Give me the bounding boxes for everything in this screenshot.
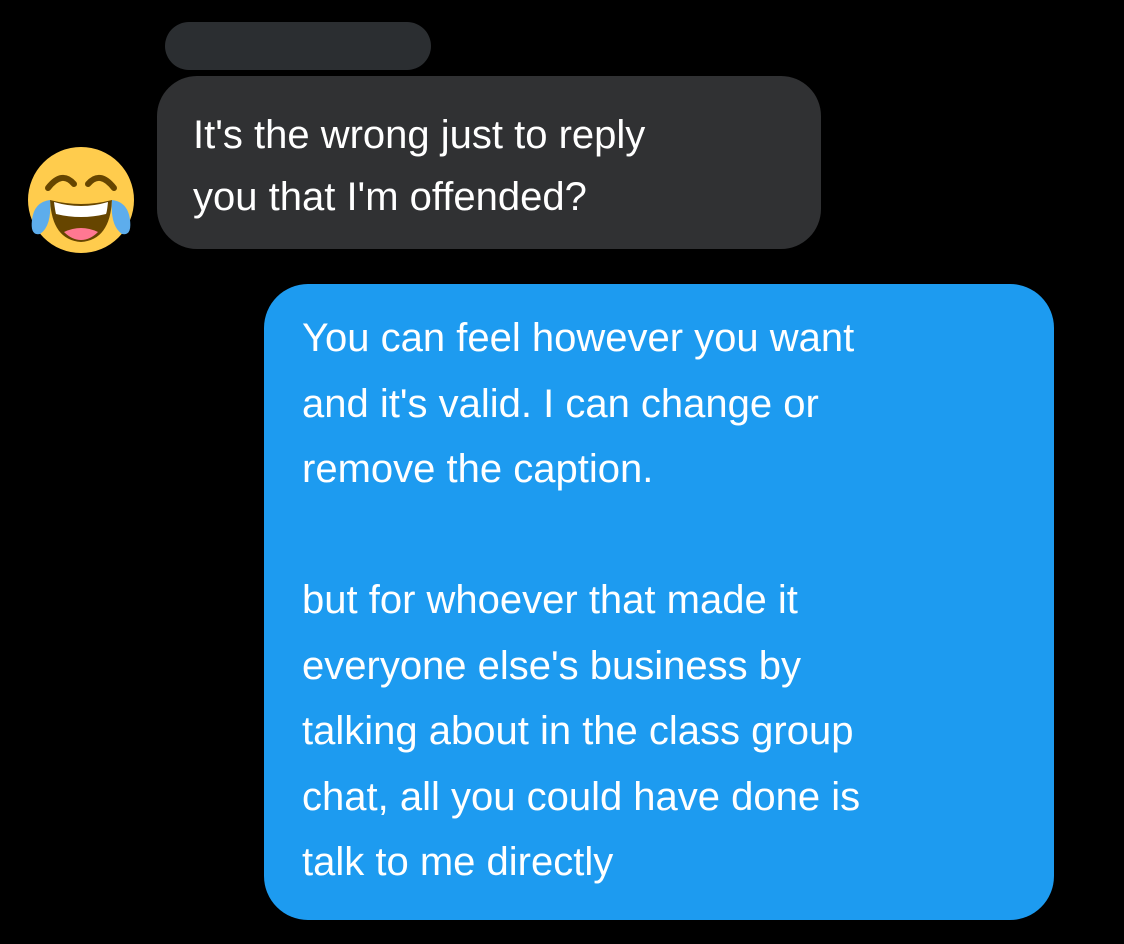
incoming-message-bubble[interactable]: It's the wrong just to reply you that I'…: [157, 76, 821, 249]
message-thread: It's the wrong just to reply you that I'…: [0, 0, 1124, 944]
redacted-sender-name: [165, 22, 431, 70]
face-with-tears-of-joy-emoji-icon[interactable]: [24, 144, 136, 256]
outgoing-message-bubble[interactable]: You can feel however you want and it's v…: [264, 284, 1054, 920]
face-with-tears-of-joy-emoji-icon-graphic: [28, 147, 134, 253]
